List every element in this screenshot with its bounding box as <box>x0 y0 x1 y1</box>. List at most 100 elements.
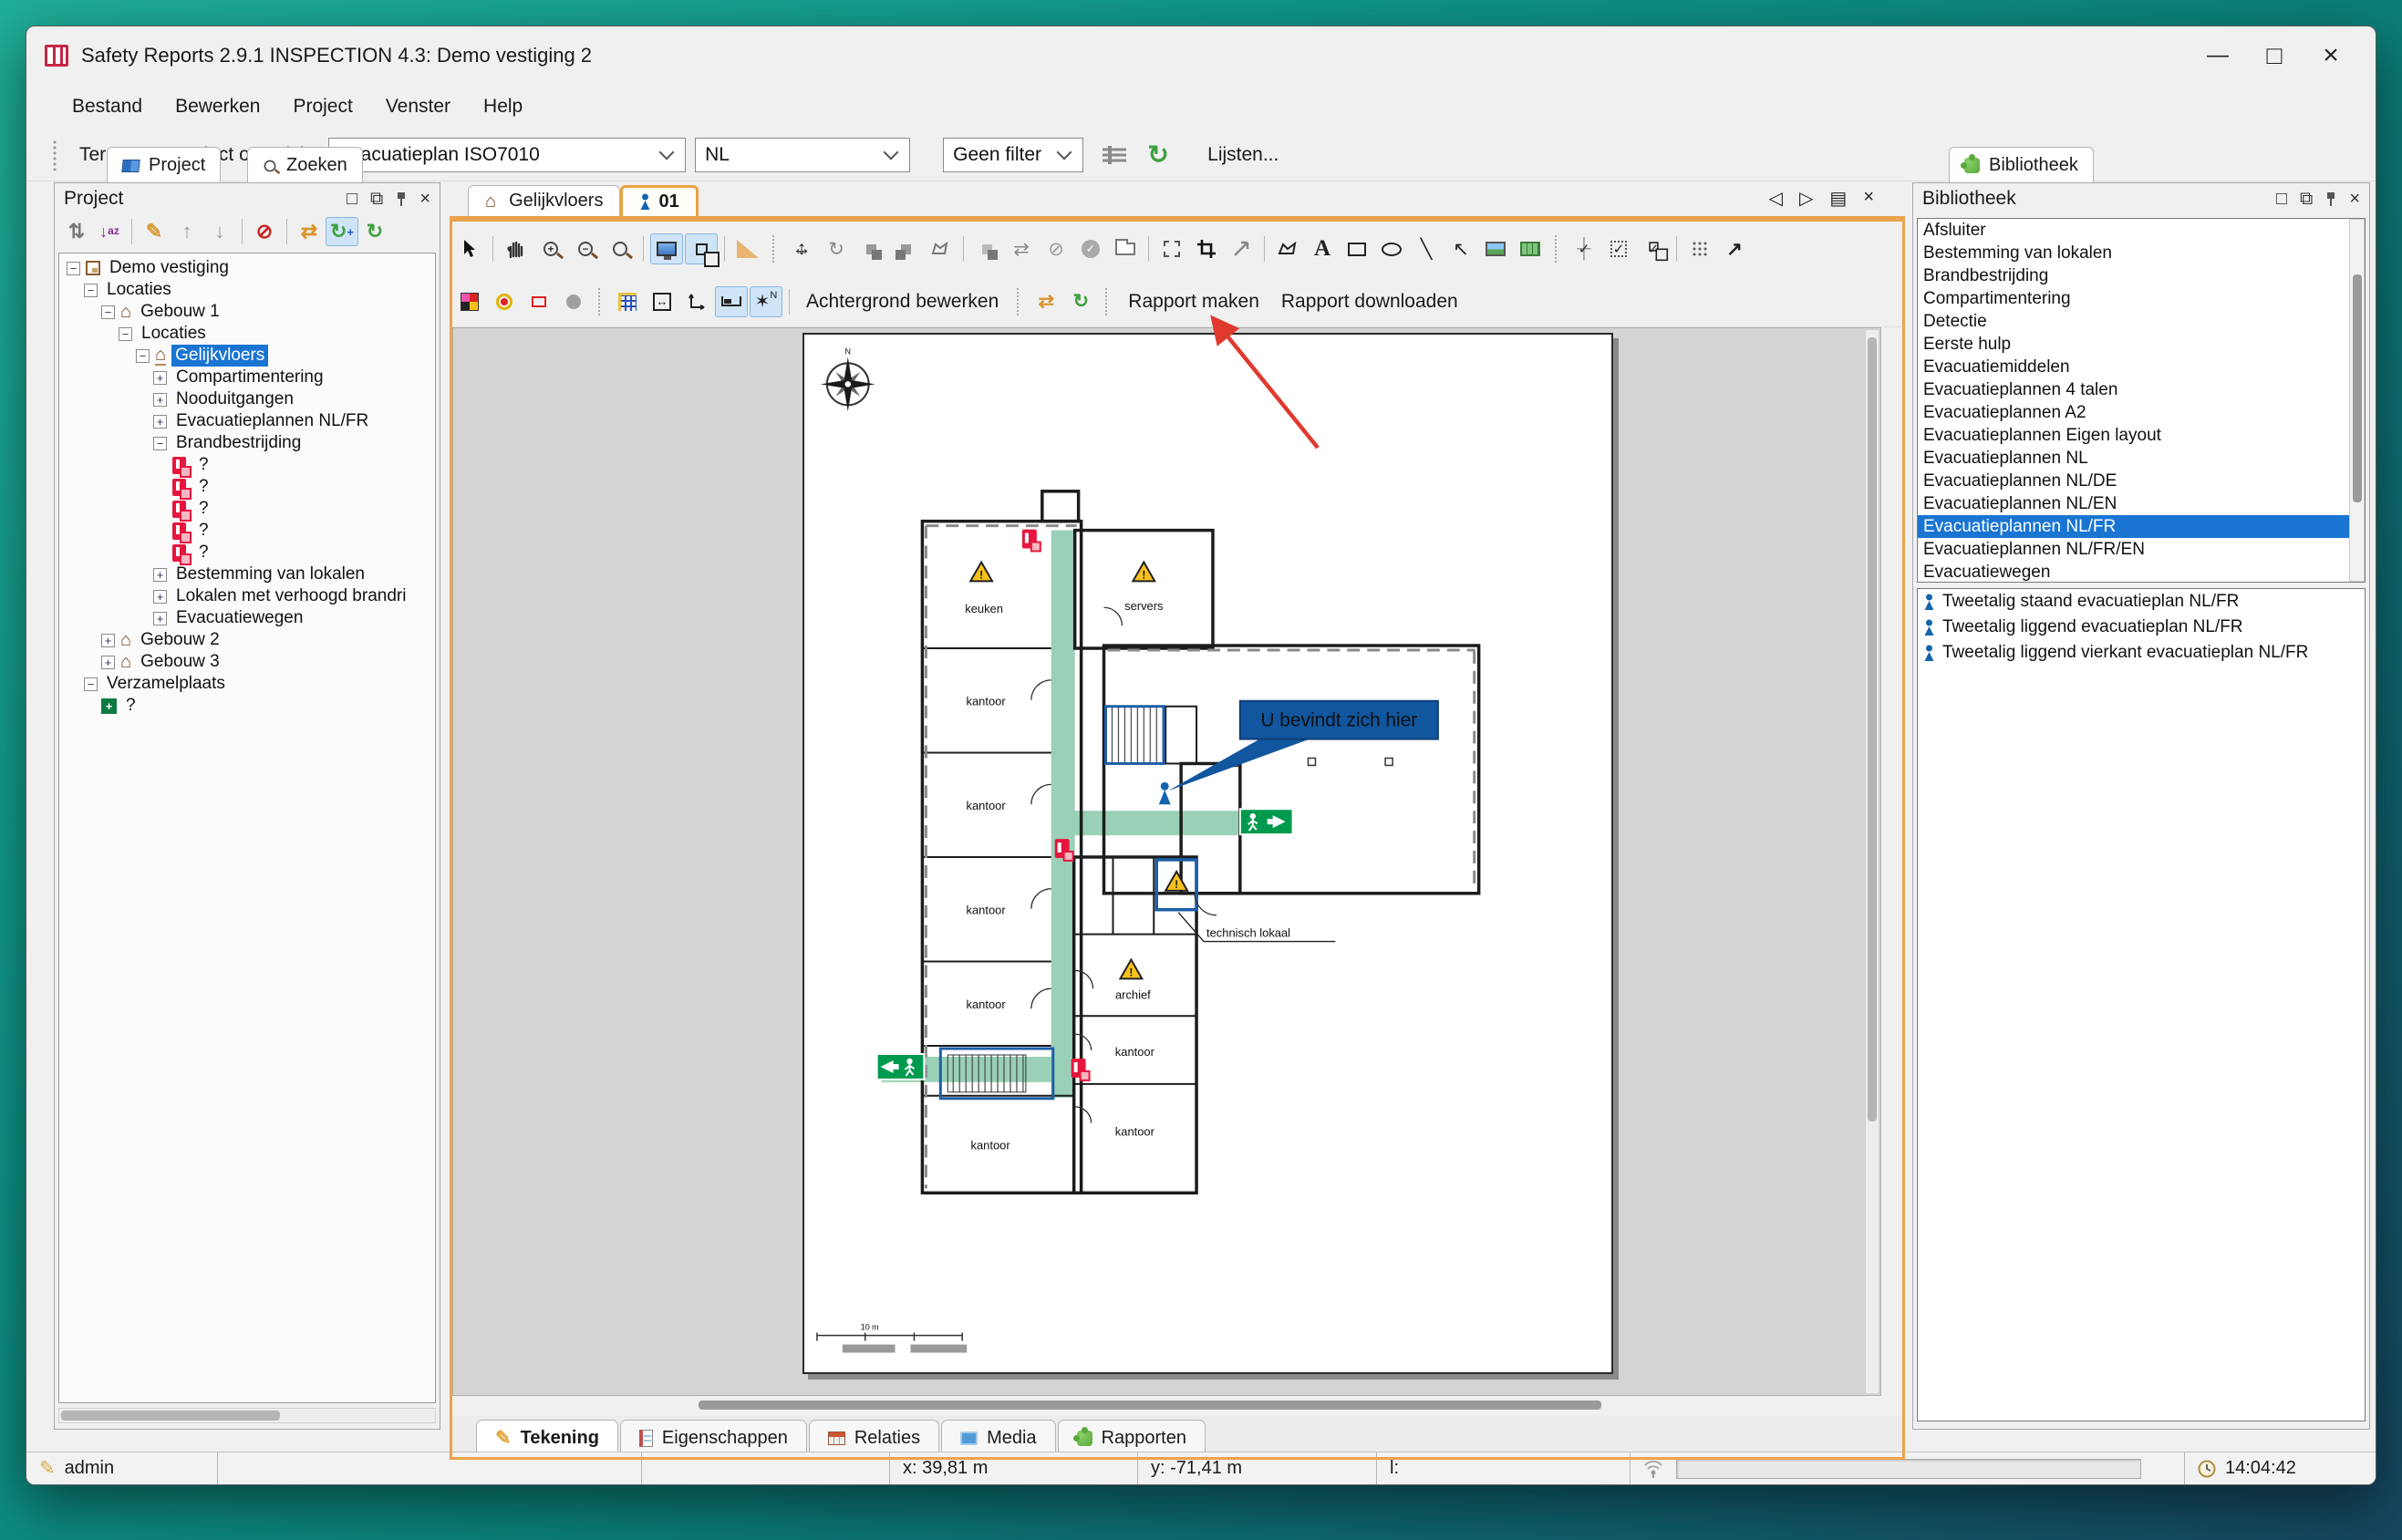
tree-item[interactable]: ? <box>59 498 435 520</box>
expand-icon[interactable]: + <box>153 590 167 604</box>
image-tool-icon[interactable] <box>1479 233 1512 264</box>
menu-bewerken[interactable]: Bewerken <box>160 90 274 123</box>
tree-item[interactable]: −Locaties <box>59 323 435 345</box>
download-report-button[interactable]: Rapport downloaden <box>1270 291 1469 313</box>
mask-icon[interactable] <box>557 286 590 317</box>
library-category-item[interactable]: Brandbestrijding <box>1918 264 2365 287</box>
tab-plan-01[interactable]: 01 <box>620 185 698 216</box>
panel-close-icon[interactable]: × <box>419 189 430 210</box>
panel-maximize-icon[interactable]: □ <box>2276 189 2287 210</box>
edit-tag-icon[interactable]: ✎ <box>138 217 171 246</box>
set-square-icon[interactable] <box>731 233 764 264</box>
swap-plan-icon[interactable]: ⇄ <box>1030 286 1062 317</box>
send-backward-icon[interactable] <box>889 233 922 264</box>
tab-eigenschappen[interactable]: Eigenschappen <box>620 1420 807 1456</box>
collapse-icon[interactable]: − <box>84 284 98 297</box>
tab-rapporten[interactable]: Rapporten <box>1058 1420 1206 1456</box>
ellipse-tool-icon[interactable] <box>1375 233 1408 264</box>
pan-tool-icon[interactable] <box>500 233 533 264</box>
tree-item[interactable]: +⌂Gebouw 3 <box>59 651 435 673</box>
maximize-button[interactable]: □ <box>2246 36 2303 76</box>
collapse-icon[interactable]: − <box>119 327 132 341</box>
grid-toggle-icon[interactable] <box>1683 233 1716 264</box>
refresh-tree-icon[interactable]: ↻ <box>358 217 391 246</box>
tab-zoeken[interactable]: Zoeken <box>247 147 363 183</box>
expand-icon[interactable]: + <box>153 415 167 429</box>
panel-maximize-icon[interactable]: □ <box>347 189 357 210</box>
panel-close-icon[interactable]: × <box>2349 189 2360 210</box>
tree-item[interactable]: −Verzamelplaats <box>59 673 435 695</box>
snap-object-icon[interactable]: ✓ <box>1637 233 1670 264</box>
lists-button[interactable]: Lijsten... <box>1195 144 1291 166</box>
copy-icon[interactable] <box>970 233 1003 264</box>
library-template-item[interactable]: Tweetalig liggend vierkant evacuatieplan… <box>1918 640 2365 666</box>
expand-icon[interactable]: + <box>153 393 167 407</box>
crop-icon[interactable] <box>1190 233 1223 264</box>
tree-item[interactable]: +Evacuatiewegen <box>59 607 435 629</box>
snap-line-icon[interactable]: ┼✓ <box>1568 233 1600 264</box>
collapse-icon[interactable]: − <box>67 262 80 275</box>
select-tool-icon[interactable] <box>453 233 486 264</box>
zoom-tool-icon[interactable] <box>604 233 637 264</box>
library-category-item[interactable]: Bestemming van lokalen <box>1918 242 2365 264</box>
library-category-item[interactable]: Evacuatiemiddelen <box>1918 356 2365 378</box>
tab-bibliotheek[interactable]: Bibliotheek <box>1949 147 2094 183</box>
grid-settings-icon[interactable] <box>611 286 644 317</box>
swap-icon[interactable]: ⇄ <box>293 217 326 246</box>
tree-item[interactable]: ? <box>59 454 435 476</box>
expand-icon[interactable]: + <box>153 612 167 625</box>
library-category-item[interactable]: Evacuatieplannen NL/FR/EN <box>1918 538 2365 561</box>
scale-icon[interactable] <box>1225 233 1258 264</box>
rectangle-tool-icon[interactable] <box>1341 233 1373 264</box>
collapse-icon[interactable]: − <box>84 677 98 691</box>
language-dropdown[interactable]: NL <box>695 138 910 172</box>
fit-screen-icon[interactable] <box>650 233 683 264</box>
bring-forward-icon[interactable] <box>854 233 887 264</box>
library-template-item[interactable]: Tweetalig staand evacuatieplan NL/FR <box>1918 589 2365 615</box>
disable-icon[interactable]: ⊘ <box>1040 233 1072 264</box>
tab-project[interactable]: Project <box>107 147 221 183</box>
tab-list-icon[interactable]: ▤ <box>1829 187 1847 210</box>
library-category-item[interactable]: Eerste hulp <box>1918 333 2365 356</box>
panel-pin-icon[interactable] <box>2325 192 2336 206</box>
pointer-mode-icon[interactable]: ↗ <box>1718 233 1751 264</box>
sort-az-icon[interactable]: ↓az <box>93 217 126 246</box>
transform-icon[interactable] <box>1155 233 1188 264</box>
tab-close-icon[interactable]: × <box>1863 187 1874 210</box>
zoom-in-icon[interactable]: + <box>534 233 567 264</box>
collapse-icon[interactable]: − <box>153 437 167 450</box>
north-arrow-toggle-icon[interactable]: ✶N <box>750 286 782 317</box>
plan-page[interactable]: N <box>802 333 1613 1374</box>
library-category-item[interactable]: Evacuatieplannen NL/DE <box>1918 470 2365 492</box>
menu-project[interactable]: Project <box>278 90 367 123</box>
expand-icon[interactable]: + <box>153 371 167 385</box>
canvas-hscrollbar[interactable] <box>452 1398 1885 1412</box>
text-tool-icon[interactable]: A <box>1306 233 1339 264</box>
tree-item[interactable]: −Brandbestrijding <box>59 432 435 454</box>
expand-icon[interactable]: + <box>101 634 115 647</box>
tree-item[interactable]: +Lokalen met verhoogd brandri <box>59 585 435 607</box>
library-template-item[interactable]: Tweetalig liggend evacuatieplan NL/FR <box>1918 615 2365 640</box>
minimize-button[interactable]: — <box>2190 36 2246 76</box>
tab-tekening[interactable]: ✎ Tekening <box>476 1420 618 1456</box>
library-category-item[interactable]: Evacuatieplannen 4 talen <box>1918 378 2365 401</box>
panel-pin-icon[interactable] <box>396 192 407 206</box>
rotate-tool-icon[interactable]: ↻ <box>820 233 853 264</box>
library-list-scrollbar[interactable] <box>2349 219 2365 582</box>
axes-icon[interactable] <box>680 286 713 317</box>
refresh-icon[interactable]: ↻ <box>1138 137 1178 173</box>
region-icon[interactable] <box>523 286 555 317</box>
block-icon[interactable]: ⊘ <box>248 217 281 246</box>
library-template-list[interactable]: Tweetalig staand evacuatieplan NL/FRTwee… <box>1917 588 2366 1421</box>
tree-order-icon[interactable]: ⇅ <box>60 217 93 246</box>
polygon-tool-icon[interactable] <box>1271 233 1304 264</box>
expand-icon[interactable]: + <box>101 656 115 669</box>
table-tool-icon[interactable] <box>1514 233 1547 264</box>
tab-relaties[interactable]: Relaties <box>809 1420 939 1456</box>
project-tree-hscrollbar[interactable] <box>58 1408 436 1423</box>
edit-background-button[interactable]: Achtergrond bewerken <box>795 291 1009 313</box>
panel-restore-icon[interactable]: ⧉ <box>370 189 383 210</box>
reshape-icon[interactable] <box>924 233 957 264</box>
menu-venster[interactable]: Venster <box>371 90 465 123</box>
fit-objects-icon[interactable] <box>685 233 718 264</box>
